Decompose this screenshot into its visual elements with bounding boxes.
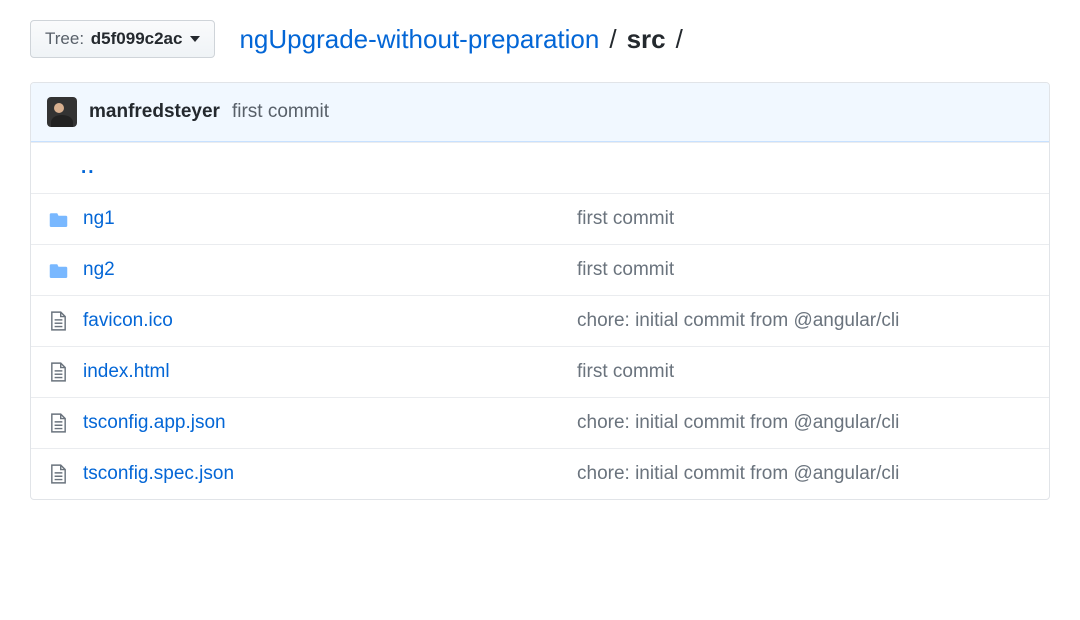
breadcrumb-separator: / <box>609 24 616 55</box>
tree-select-button[interactable]: Tree: d5f099c2ac <box>30 20 215 58</box>
table-row: ng2 first commit <box>31 244 1049 295</box>
row-commit-message[interactable]: chore: initial commit from @angular/cli <box>577 463 1033 485</box>
row-commit-message[interactable]: chore: initial commit from @angular/cli <box>577 310 1033 332</box>
parent-dir-row[interactable]: .. <box>31 142 1049 193</box>
breadcrumb-repo[interactable]: ngUpgrade-without-preparation <box>239 24 599 55</box>
file-name-link[interactable]: tsconfig.app.json <box>83 412 226 433</box>
row-commit-message[interactable]: chore: initial commit from @angular/cli <box>577 412 1033 434</box>
caret-down-icon <box>190 36 200 42</box>
file-name-link[interactable]: ng2 <box>83 259 115 280</box>
file-name-link[interactable]: tsconfig.spec.json <box>83 463 234 484</box>
folder-icon <box>47 263 69 278</box>
tree-label: Tree: <box>45 29 84 49</box>
parent-dir-link[interactable]: .. <box>81 157 96 179</box>
file-name-link[interactable]: ng1 <box>83 208 115 229</box>
breadcrumb-separator: / <box>676 24 683 55</box>
table-row: index.html first commit <box>31 346 1049 397</box>
file-name-link[interactable]: favicon.ico <box>83 310 173 331</box>
file-icon <box>47 464 69 484</box>
file-icon <box>47 311 69 331</box>
row-commit-message[interactable]: first commit <box>577 361 1033 383</box>
file-name-link[interactable]: index.html <box>83 361 170 382</box>
avatar[interactable] <box>47 97 77 127</box>
tree-hash: d5f099c2ac <box>91 29 183 49</box>
breadcrumb-dir: src <box>627 24 666 55</box>
breadcrumb: ngUpgrade-without-preparation / src / <box>239 24 686 55</box>
row-commit-message[interactable]: first commit <box>577 208 1033 230</box>
table-row: ng1 first commit <box>31 193 1049 244</box>
table-row: tsconfig.spec.json chore: initial commit… <box>31 448 1049 499</box>
row-commit-message[interactable]: first commit <box>577 259 1033 281</box>
file-browser: manfredsteyer first commit .. ng1 first … <box>30 82 1050 500</box>
file-icon <box>47 362 69 382</box>
folder-icon <box>47 212 69 227</box>
repo-header: Tree: d5f099c2ac ngUpgrade-without-prepa… <box>30 20 1050 58</box>
commit-author[interactable]: manfredsteyer <box>89 101 220 123</box>
commit-message[interactable]: first commit <box>232 101 329 123</box>
latest-commit-bar: manfredsteyer first commit <box>31 83 1049 142</box>
table-row: favicon.ico chore: initial commit from @… <box>31 295 1049 346</box>
file-icon <box>47 413 69 433</box>
table-row: tsconfig.app.json chore: initial commit … <box>31 397 1049 448</box>
